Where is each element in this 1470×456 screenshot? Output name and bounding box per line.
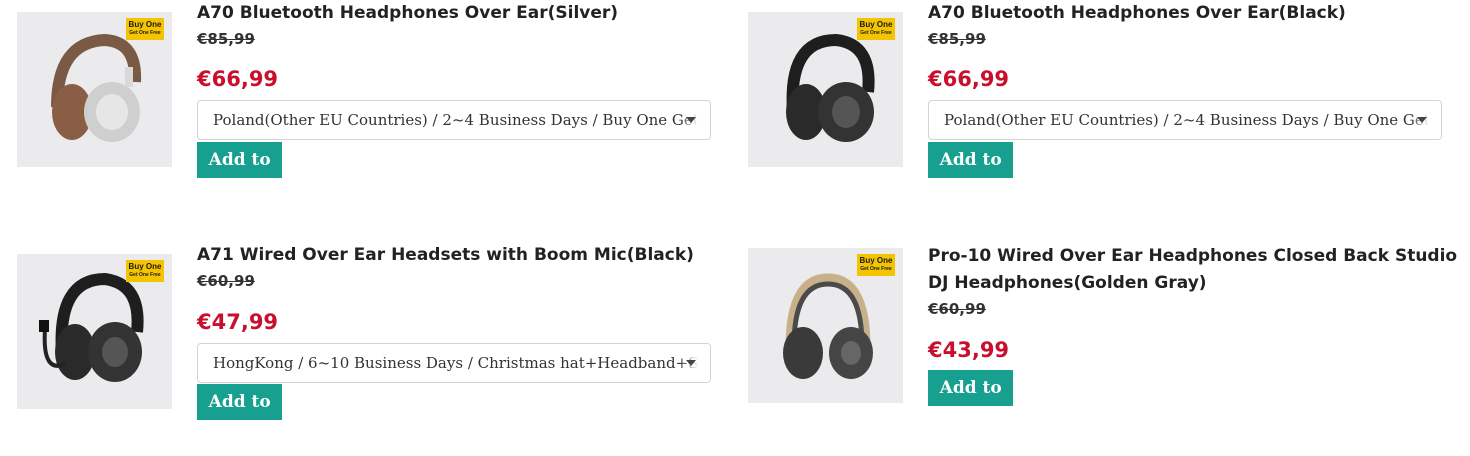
- product-image-a71-black[interactable]: Buy One Get One Free: [17, 254, 172, 409]
- badge-line2: Get One Free: [860, 266, 892, 272]
- product-image-a70-silver[interactable]: Buy One Get One Free: [17, 12, 172, 167]
- promo-badge: Buy One Get One Free: [857, 254, 895, 276]
- badge-line2: Get One Free: [129, 30, 161, 36]
- product-image-pro10[interactable]: Buy One Get One Free: [748, 248, 903, 403]
- variant-select-value: HongKong / 6~10 Business Days / Christma…: [213, 354, 711, 372]
- badge-line2: Get One Free: [129, 272, 161, 278]
- product-title[interactable]: A71 Wired Over Ear Headsets with Boom Mi…: [197, 242, 694, 269]
- add-to-basket-button[interactable]: Add to Basket: [197, 142, 283, 206]
- product-image-a70-black[interactable]: Buy One Get One Free: [748, 12, 903, 167]
- original-price: €85,99: [197, 30, 255, 48]
- original-price: €60,99: [928, 300, 986, 318]
- chevron-down-icon: [686, 360, 696, 366]
- sale-price: €66,99: [197, 67, 279, 91]
- promo-badge: Buy One Get One Free: [126, 260, 164, 282]
- badge-line1: Buy One: [859, 256, 893, 265]
- variant-select[interactable]: Poland(Other EU Countries) / 2~4 Busines…: [197, 100, 711, 140]
- add-to-basket-button[interactable]: Add to Basket: [928, 142, 1014, 206]
- chevron-down-icon: [1417, 117, 1427, 123]
- promo-badge: Buy One Get One Free: [126, 18, 164, 40]
- original-price: €85,99: [928, 30, 986, 48]
- sale-price: €43,99: [928, 338, 1010, 362]
- sale-price: €47,99: [197, 310, 279, 334]
- variant-select[interactable]: Poland(Other EU Countries) / 2~4 Busines…: [928, 100, 1442, 140]
- add-to-basket-button[interactable]: Add to Basket: [928, 370, 1014, 434]
- badge-line2: Get One Free: [860, 30, 892, 36]
- product-title[interactable]: A70 Bluetooth Headphones Over Ear(Black): [928, 0, 1346, 27]
- product-title-line1[interactable]: Pro-10 Wired Over Ear Headphones Closed …: [928, 243, 1457, 270]
- promo-badge: Buy One Get One Free: [857, 18, 895, 40]
- variant-select-value: Poland(Other EU Countries) / 2~4 Busines…: [944, 111, 1441, 129]
- badge-line1: Buy One: [128, 262, 162, 271]
- badge-line1: Buy One: [128, 20, 162, 29]
- original-price: €60,99: [197, 272, 255, 290]
- sale-price: €66,99: [928, 67, 1010, 91]
- chevron-down-icon: [686, 117, 696, 123]
- badge-line1: Buy One: [859, 20, 893, 29]
- product-title-line2[interactable]: DJ Headphones(Golden Gray): [928, 270, 1207, 297]
- add-to-basket-button[interactable]: Add to Basket: [197, 384, 283, 448]
- variant-select-value: Poland(Other EU Countries) / 2~4 Busines…: [213, 111, 710, 129]
- variant-select[interactable]: HongKong / 6~10 Business Days / Christma…: [197, 343, 711, 383]
- product-title[interactable]: A70 Bluetooth Headphones Over Ear(Silver…: [197, 0, 618, 27]
